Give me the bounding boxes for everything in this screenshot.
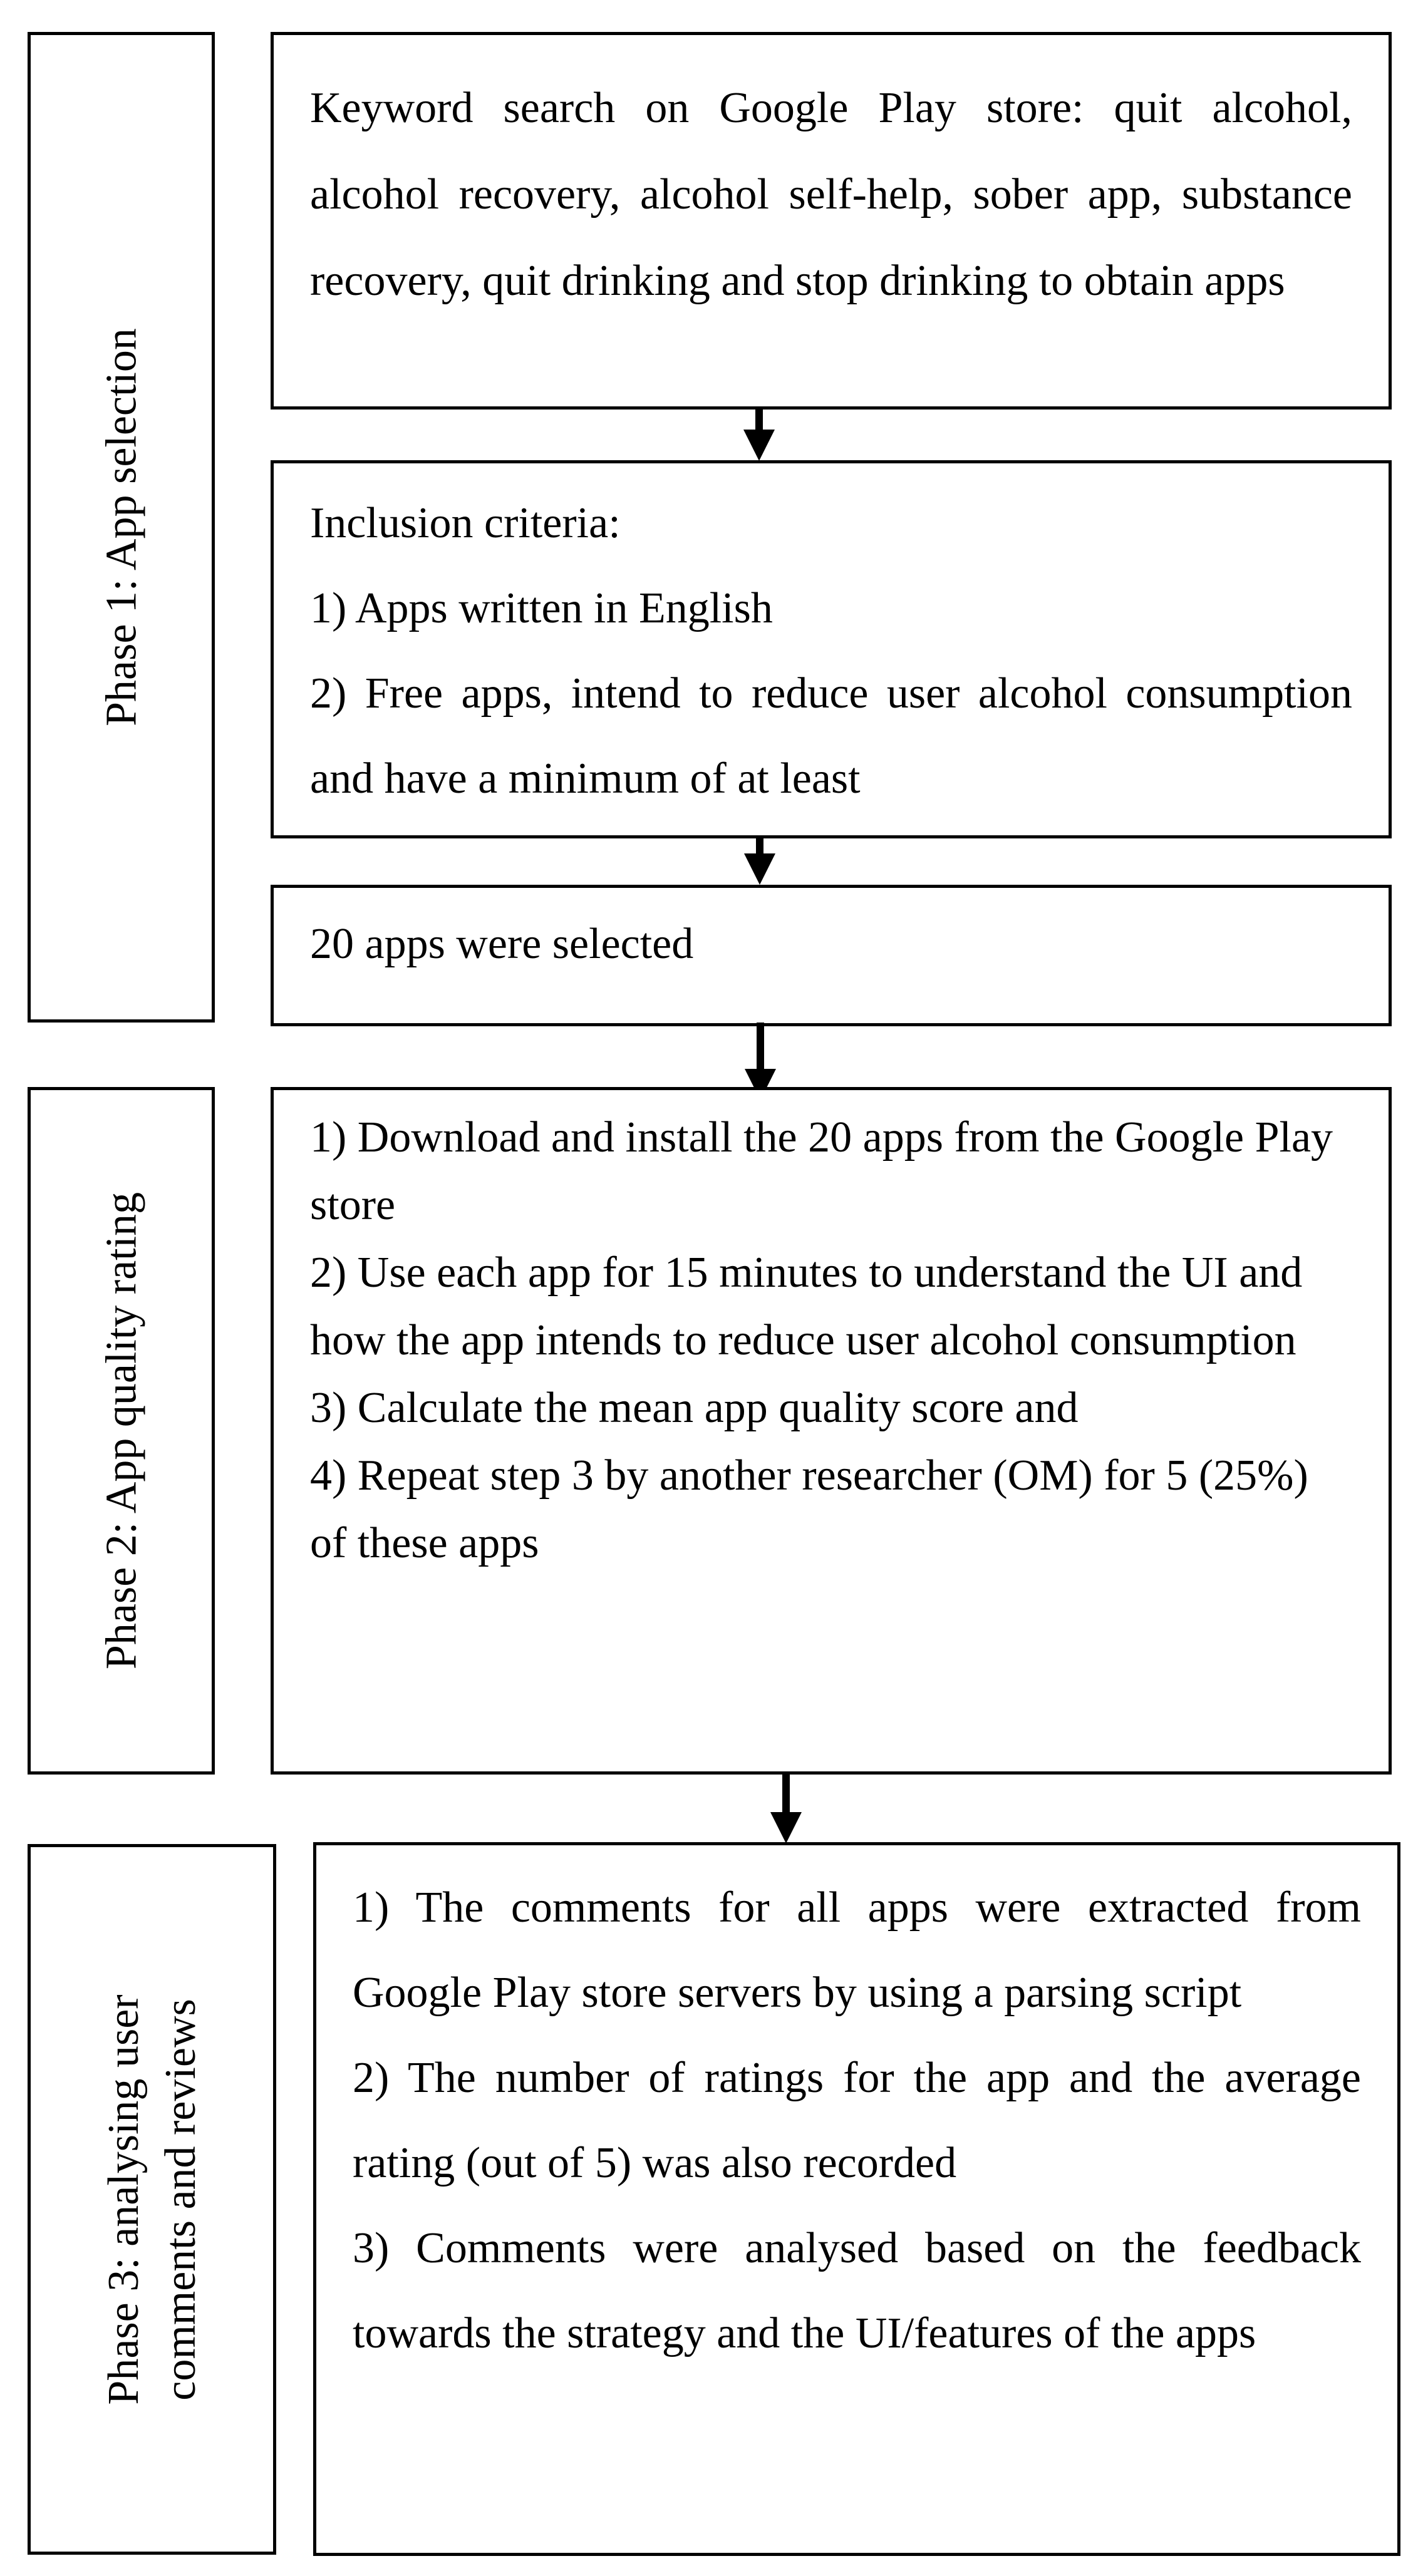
comments-step-3: 3) Comments were analysed based on the f… [353,2224,1361,2357]
arrow-shaft [757,1023,764,1070]
arrow-shaft [782,1773,790,1813]
quality-step-1: 1) Download and install the 20 apps from… [310,1113,1333,1229]
inclusion-criteria-heading: Inclusion criteria: [310,499,621,547]
inclusion-criterion-1: 1) Apps written in English [310,584,773,632]
quality-step-2: 2) Use each app for 15 minutes to unders… [310,1249,1303,1364]
phase-2-label: Phase 2: App quality rating [97,1192,145,1670]
phase-2-step-quality-rating: 1) Download and install the 20 apps from… [271,1087,1392,1775]
phase-1-step-keyword-search: Keyword search on Google Play store: qui… [271,32,1392,410]
phase-1-label-box: Phase 1: App selection [28,32,215,1023]
arrow-head [743,430,775,461]
arrow-shaft [755,408,763,431]
comments-step-1: 1) The comments for all apps were extrac… [353,1883,1361,2017]
keyword-search-text: Keyword search on Google Play store: qui… [310,84,1352,305]
quality-step-3: 3) Calculate the mean app quality score … [310,1384,1079,1432]
apps-selected-text: 20 apps were selected [310,920,694,968]
phase-3-label-line-2: comments and reviews [156,1998,205,2401]
arrow-head [744,853,775,885]
phase-3-step-user-comments: 1) The comments for all apps were extrac… [313,1842,1400,2556]
phase-3-label-box: Phase 3: analysing user comments and rev… [28,1844,276,2555]
quality-step-4: 4) Repeat step 3 by another researcher (… [310,1451,1308,1567]
phase-2-label-box: Phase 2: App quality rating [28,1087,215,1775]
phase-1-step-apps-selected: 20 apps were selected [271,885,1392,1026]
arrow-head [770,1812,802,1843]
inclusion-criterion-2: 2) Free apps, intend to reduce user alco… [310,669,1352,803]
phase-3-label: Phase 3: analysing user comments and rev… [95,1994,209,2404]
arrow-shaft [756,837,763,855]
comments-step-2: 2) The number of ratings for the app and… [353,2054,1361,2187]
phase-1-step-inclusion-criteria: Inclusion criteria: 1) Apps written in E… [271,460,1392,838]
phase-3-label-line-1: Phase 3: analysing user [99,1994,148,2405]
phase-1-label: Phase 1: App selection [97,328,145,726]
